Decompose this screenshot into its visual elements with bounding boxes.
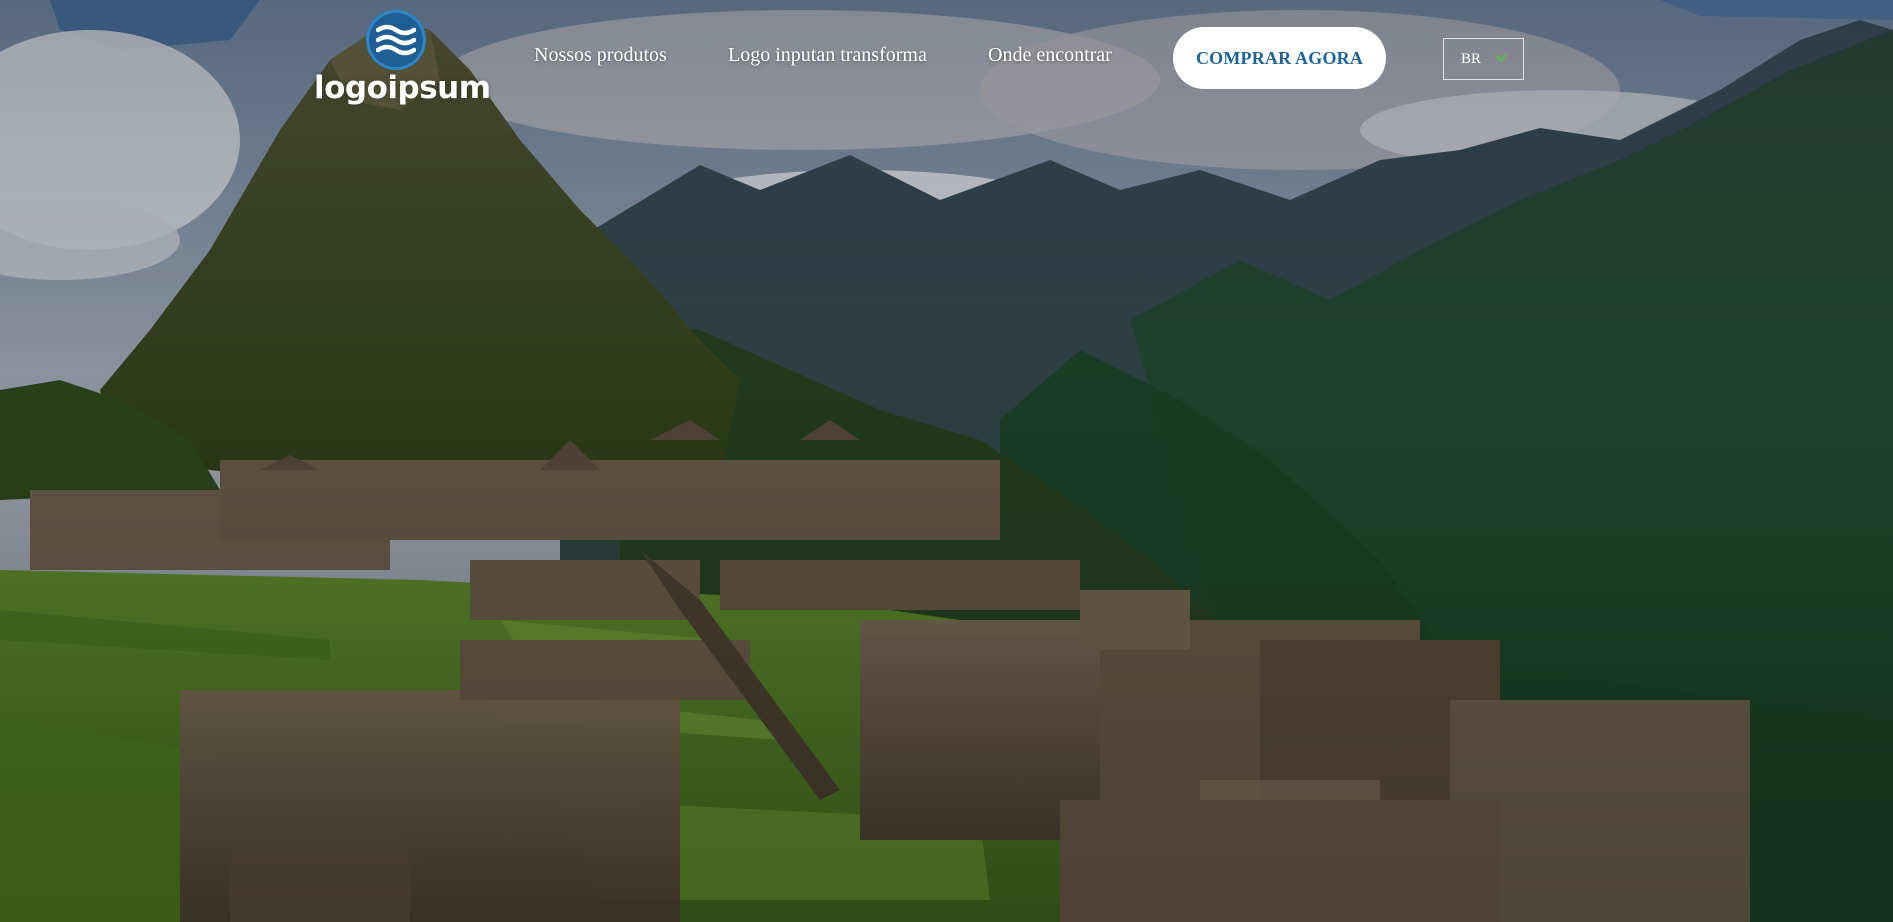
language-select[interactable]: BR	[1443, 38, 1524, 80]
brand-name: logoipsum	[314, 70, 491, 106]
site-header: logoipsum Nossos produtos Logo inputan t…	[0, 0, 1893, 120]
hero-overlay	[0, 0, 1893, 922]
nav-link-onde-encontrar[interactable]: Onde encontrar	[988, 44, 1112, 67]
language-selected-value: BR	[1461, 51, 1482, 67]
buy-now-button[interactable]: COMPRAR AGORA	[1173, 27, 1386, 89]
brand-logo-link[interactable]: logoipsum	[314, 10, 491, 110]
chevron-down-icon	[1495, 54, 1507, 62]
wave-logo-icon	[366, 10, 426, 70]
nav-link-logo-inputan-transforma[interactable]: Logo inputan transforma	[728, 44, 927, 67]
hero-background	[0, 0, 1893, 922]
nav-link-nossos-produtos[interactable]: Nossos produtos	[534, 44, 667, 67]
